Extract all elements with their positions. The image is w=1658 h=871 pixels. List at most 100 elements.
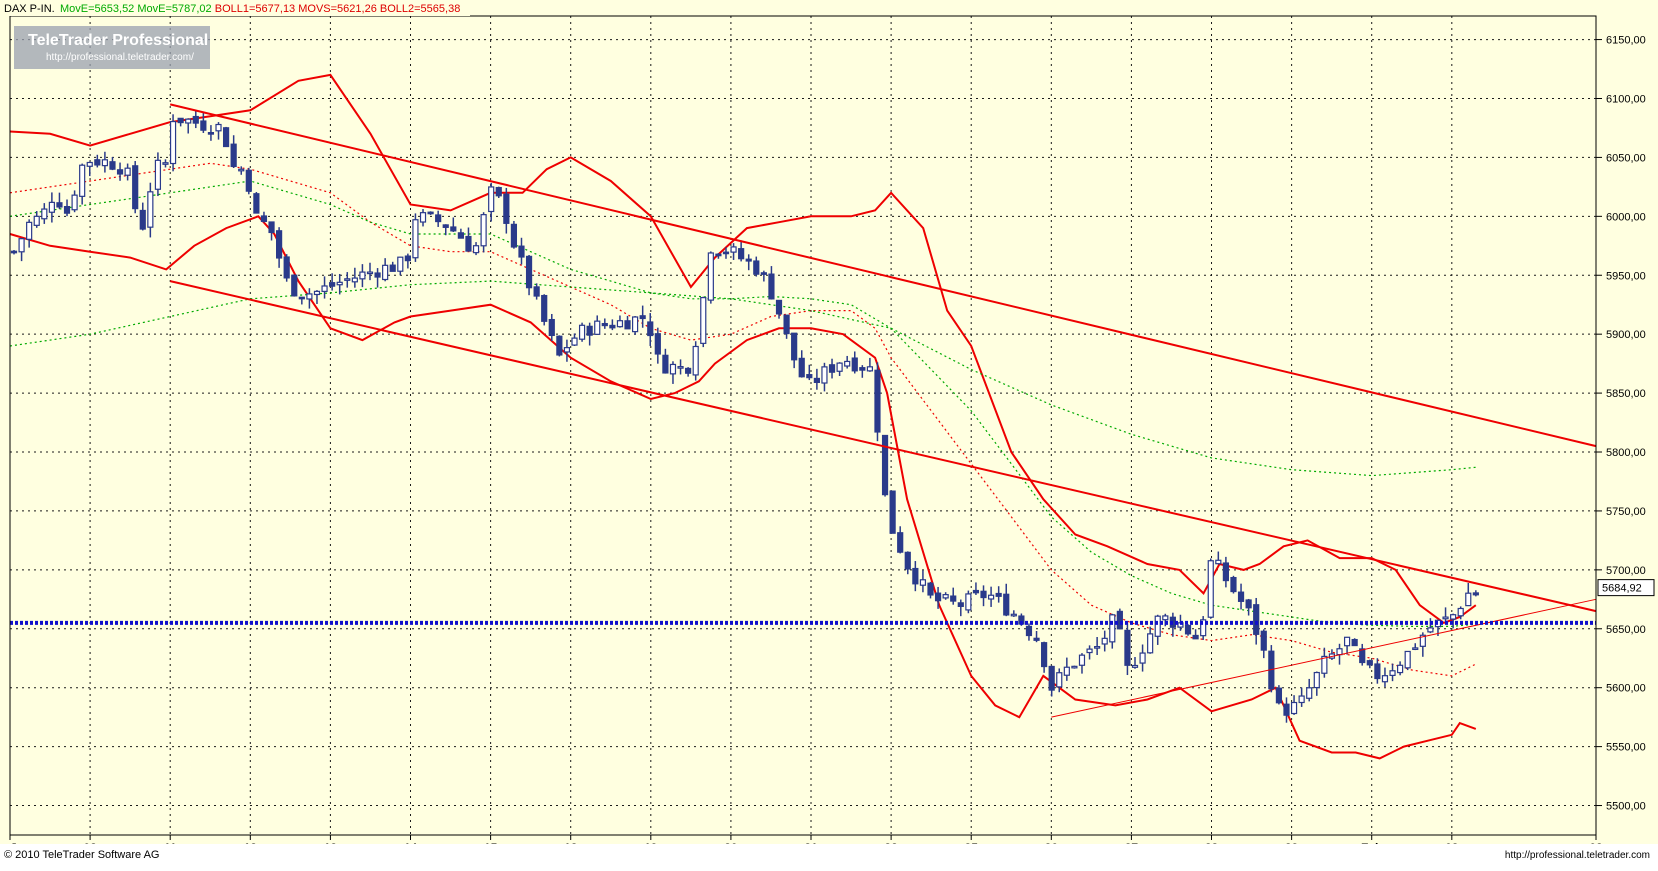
candle-up [631,316,639,333]
candle-up [1336,648,1343,656]
candle-down [934,592,942,602]
candle-up [836,362,843,372]
candle-up [1071,665,1078,669]
candle-down [1003,593,1010,616]
candle-up [1094,646,1101,649]
candle-down [1025,625,1033,637]
candle-down [518,245,525,258]
candle-down [1472,592,1479,596]
candle-down [783,314,790,335]
candle-down [972,589,980,594]
candle-down [775,299,783,315]
candle-up [1427,627,1434,633]
header-bar: DAX P-IN. MovE=5653,52 MovE=5787,02 BOLL… [0,0,470,16]
candle-up [215,123,222,132]
chart-window: 5500,00 5550,00 5600,00 5650,00 5700,00 5750,… [0,0,1658,866]
candle-down [435,214,442,223]
candle-up [162,162,169,165]
footer-link[interactable]: http://professional.teletrader.com [1505,850,1650,861]
candle-down [647,321,654,337]
candle-up [1109,614,1116,643]
candle-up [154,159,162,190]
candle-up [1465,592,1472,607]
candle-up [1010,613,1017,617]
candle-up [18,238,25,253]
y-tick-label: 6150,00 [1606,35,1646,47]
candle-down [56,202,63,208]
candle-up [313,290,321,296]
watermark-title: TeleTrader Professional [28,32,208,49]
candle-down [94,159,101,166]
y-tick-label: 5850,00 [1606,388,1646,400]
candle-up [48,201,55,213]
candle-up [594,320,601,335]
candle-up [472,245,480,254]
candle-down [722,251,730,255]
candle-down [1184,624,1192,635]
candle-up [1404,650,1411,669]
candle-down [624,320,631,330]
header-symbol: DAX P-IN. [4,3,55,15]
candle-down [427,211,434,215]
candle-up [1056,672,1063,688]
candle-up [1131,664,1139,668]
header-indicator-3: MOVS=5621,26 [295,3,377,15]
candle-down [404,255,411,262]
candle-up [397,256,404,272]
candle-up [987,594,995,600]
candle-down [745,258,752,262]
candle-up [480,214,487,247]
candle-down [1033,637,1040,641]
candle-down [276,230,283,259]
candle-up [866,366,874,372]
y-tick-label: 6000,00 [1606,211,1646,223]
header-indicator-1: MovE=5787,02 [134,3,211,15]
candlestick-chart: 5500,00 5550,00 5600,00 5650,00 5700,00 5750,… [0,0,1658,866]
candle-down [260,215,268,222]
candle-up [412,219,419,259]
candle-up [306,293,313,300]
candle-down [806,374,813,379]
candle-up [707,252,714,301]
candle-up [238,168,245,172]
candle-up [1063,666,1070,676]
y-tick-label: 5900,00 [1606,329,1646,341]
y-tick-label: 6050,00 [1606,152,1646,164]
candle-down [586,325,593,336]
candle-up [1207,560,1214,618]
candle-up [700,297,707,344]
candle-down [541,294,548,322]
candle-down [904,551,911,570]
footer: © 2010 TeleTrader Software AG http://pro… [0,844,1658,866]
candle-down [10,250,18,254]
candle-down [63,206,71,214]
y-tick-label: 5950,00 [1606,270,1646,282]
candle-up [669,363,677,375]
candle-down [1374,663,1381,680]
candle-down [791,332,798,361]
candle-up [101,159,108,167]
footer-copyright: © 2010 TeleTrader Software AG [4,849,159,861]
candle-down [291,274,298,297]
candle-down [503,193,510,224]
candle-down [329,282,336,287]
candle-up [942,594,949,599]
y-tick-label: 5600,00 [1606,683,1646,695]
candle-up [821,366,828,384]
header-indicator-0: MovE=5653,52 [60,3,134,15]
candle-down [1192,634,1199,640]
candle-down [283,256,290,279]
candle-down [298,296,305,300]
candle-down [177,117,184,124]
candle-down [1048,665,1055,691]
candle-down [253,193,260,214]
candle-down [1359,648,1366,664]
candle-up [1139,652,1146,664]
candle-up [578,324,586,340]
candle-up [488,186,495,213]
candle-up [321,285,328,292]
candle-down [828,364,836,373]
candle-up [1412,647,1419,651]
candle-up [1450,614,1457,620]
y-tick-label: 5650,00 [1606,624,1646,636]
